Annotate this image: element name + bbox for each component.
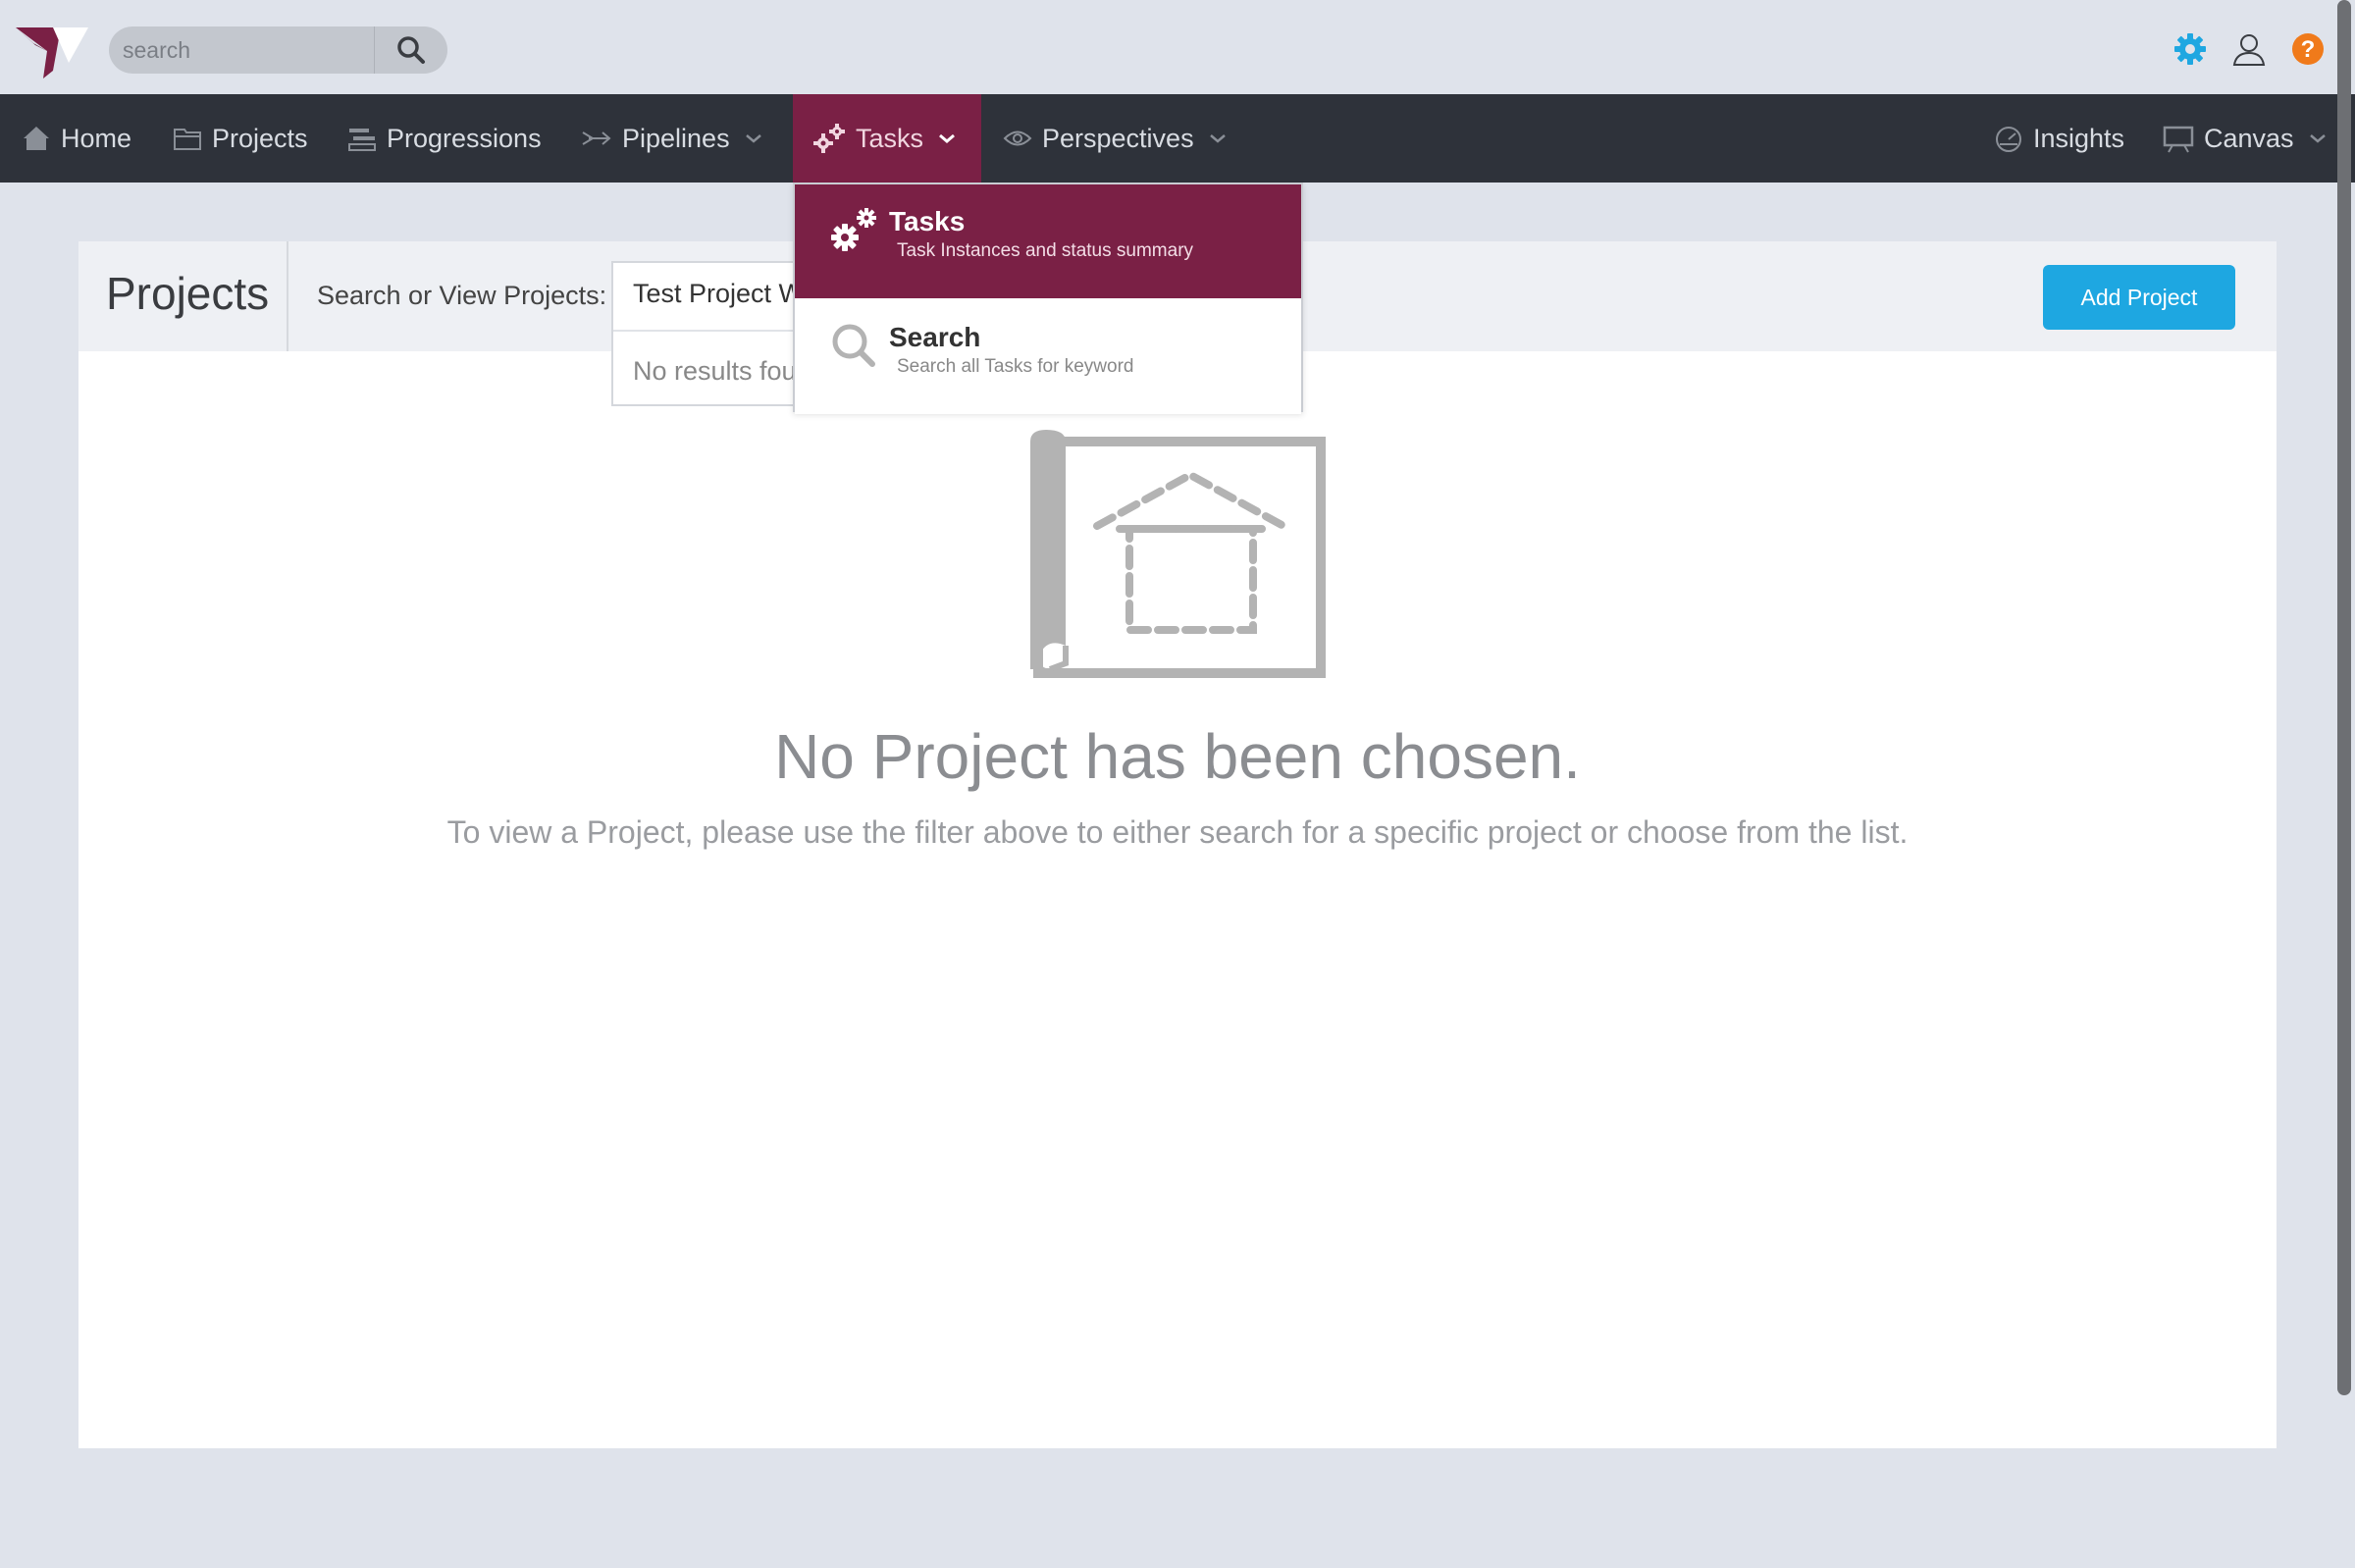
chevron-down-icon bbox=[745, 134, 761, 143]
chevron-down-icon bbox=[939, 133, 956, 143]
nav-tasks[interactable]: Tasks bbox=[793, 94, 981, 183]
user-icon[interactable] bbox=[2231, 31, 2267, 67]
gauge-icon bbox=[1996, 127, 2021, 152]
menu-item-title: Search bbox=[889, 322, 981, 352]
search-icon bbox=[397, 36, 425, 64]
pipelines-arrow-icon bbox=[582, 131, 611, 145]
nav-perspectives[interactable]: Perspectives bbox=[1003, 94, 1237, 183]
project-search-value[interactable]: Test Project W bbox=[633, 279, 804, 309]
easel-icon bbox=[2163, 126, 2194, 153]
global-search-input[interactable] bbox=[109, 26, 374, 74]
project-search-label: Search or View Projects: bbox=[317, 281, 607, 310]
tasks-dropdown-menu: Tasks Task Instances and status summary … bbox=[793, 183, 1303, 414]
menu-item-description: Search all Tasks for keyword bbox=[897, 356, 1134, 377]
global-search bbox=[109, 26, 447, 74]
top-bar: ? bbox=[0, 0, 2355, 94]
help-icon[interactable]: ? bbox=[2290, 31, 2326, 67]
page-title: Projects bbox=[106, 268, 270, 319]
search-button[interactable] bbox=[374, 26, 447, 74]
combobox-divider bbox=[613, 330, 806, 332]
blueprint-illustration bbox=[1030, 430, 1326, 678]
menu-item-description: Task Instances and status summary bbox=[897, 240, 1194, 261]
empty-state-subtitle: To view a Project, please use the filter… bbox=[446, 814, 1909, 850]
add-project-button[interactable]: Add Project bbox=[2043, 265, 2235, 330]
gears-icon bbox=[813, 124, 845, 153]
home-icon bbox=[24, 127, 49, 150]
eye-icon bbox=[1003, 131, 1032, 146]
nav-projects[interactable]: Projects bbox=[173, 94, 308, 183]
project-search-combobox[interactable]: Test Project W No results fou bbox=[611, 261, 808, 406]
no-results-message: No results fou bbox=[633, 356, 797, 386]
menu-item-title: Tasks bbox=[889, 206, 966, 236]
settings-gear-icon[interactable] bbox=[2172, 31, 2208, 67]
chevron-down-icon bbox=[2309, 134, 2326, 143]
gears-icon bbox=[831, 208, 876, 251]
menu-item-search[interactable]: Search Search all Tasks for keyword bbox=[795, 300, 1301, 414]
nav-progressions[interactable]: Progressions bbox=[347, 94, 542, 183]
header-divider bbox=[287, 241, 288, 351]
app-logo[interactable] bbox=[14, 24, 88, 78]
nav-insights[interactable]: Insights bbox=[1994, 94, 2124, 183]
nav-pipelines[interactable]: Pipelines bbox=[581, 94, 773, 183]
folder-icon bbox=[174, 129, 201, 150]
progressions-icon bbox=[348, 129, 376, 151]
empty-state-title: No Project has been chosen. bbox=[774, 721, 1581, 792]
nav-canvas[interactable]: Canvas bbox=[2163, 94, 2337, 183]
search-icon bbox=[832, 324, 875, 367]
chevron-down-icon bbox=[1209, 134, 1226, 143]
page-scrollbar[interactable] bbox=[2337, 0, 2351, 1395]
main-nav: Home Projects Progressions Pipelines Tas… bbox=[0, 94, 2355, 183]
svg-text:?: ? bbox=[2301, 36, 2316, 63]
nav-home[interactable]: Home bbox=[22, 94, 131, 183]
menu-item-tasks[interactable]: Tasks Task Instances and status summary bbox=[795, 184, 1301, 298]
